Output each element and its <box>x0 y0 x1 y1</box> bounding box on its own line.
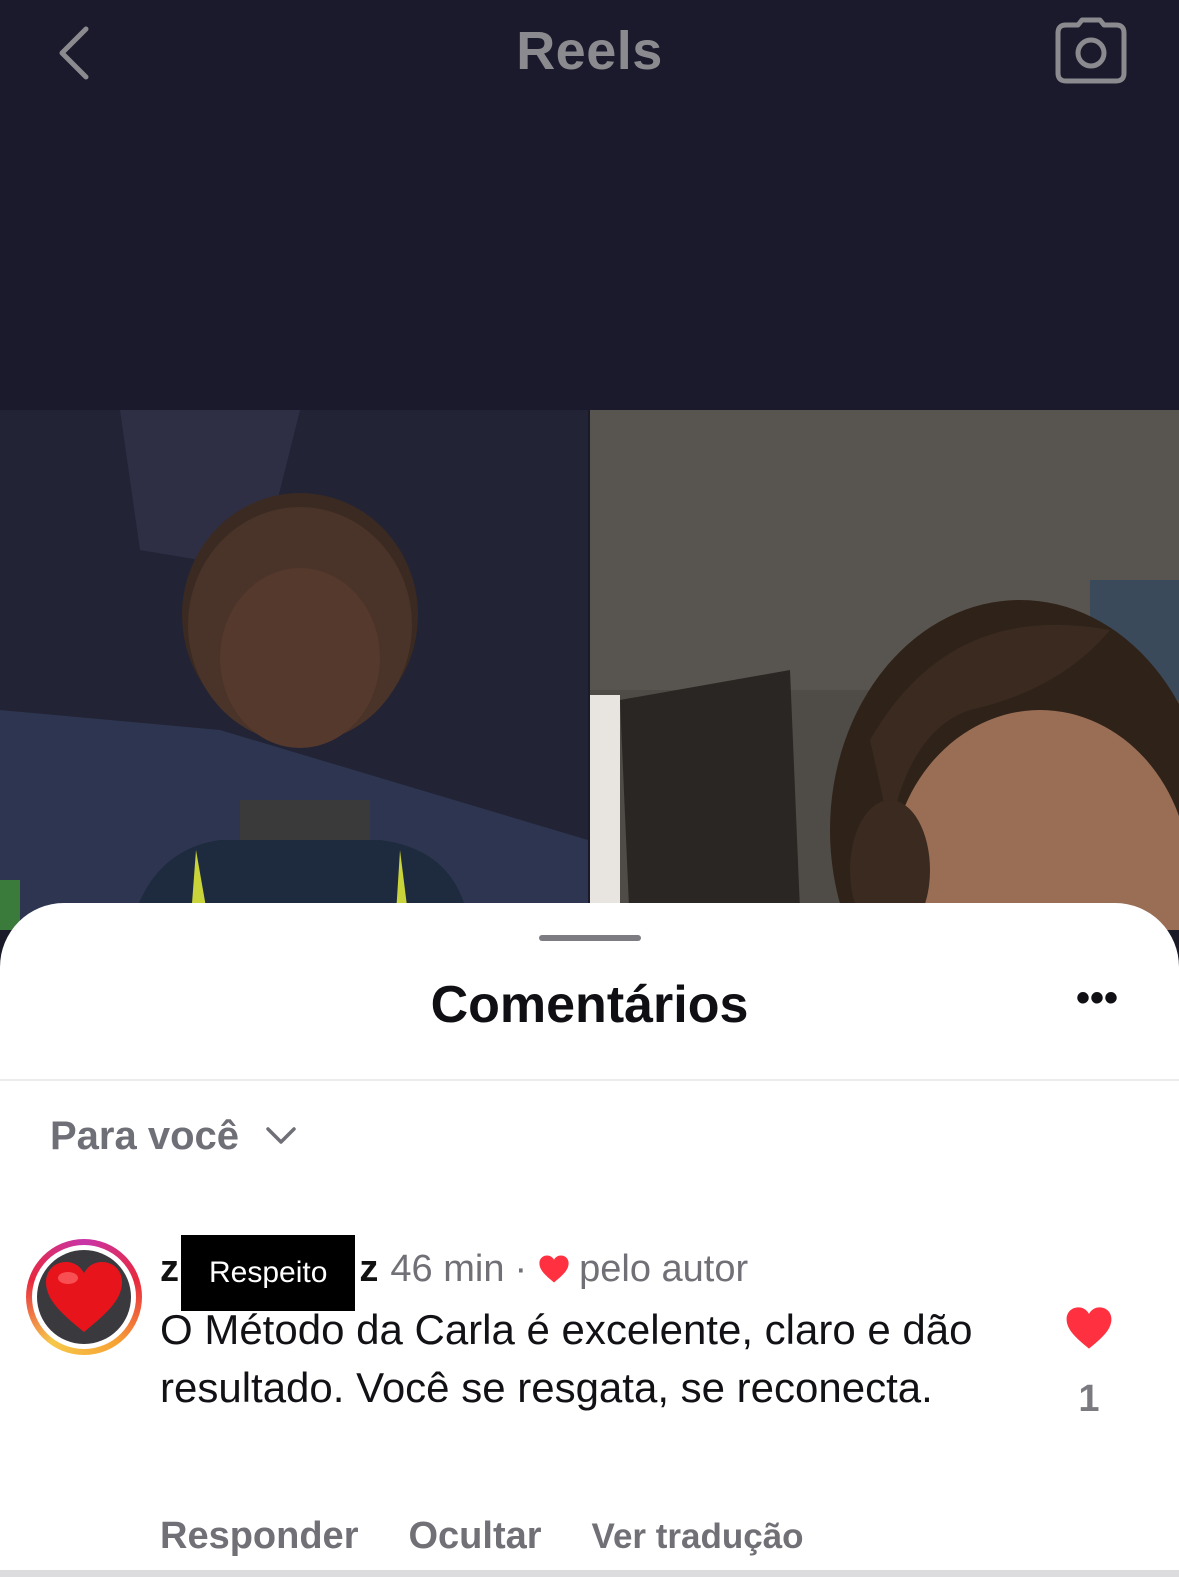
heart-filled-icon <box>1066 1307 1112 1349</box>
camera-icon <box>1055 17 1127 84</box>
bottom-edge <box>0 1570 1179 1577</box>
meta-separator: · <box>514 1247 528 1290</box>
comment-timestamp: 46 min <box>390 1247 505 1290</box>
sort-filter-label: Para você <box>50 1113 240 1158</box>
avatar[interactable] <box>26 1239 142 1355</box>
like-count: 1 <box>1078 1378 1100 1420</box>
comment-like-button[interactable]: 1 <box>1054 1305 1124 1421</box>
avatar-border <box>32 1245 136 1349</box>
page-title: Reels <box>516 21 663 81</box>
see-translation-button[interactable]: Ver tradução <box>592 1517 804 1557</box>
top-navigation-bar: Reels <box>0 0 1179 410</box>
username-redaction-label: Respeito <box>181 1235 356 1311</box>
woman-portrait-image <box>590 410 1179 930</box>
reel-video-frame[interactable] <box>0 410 1179 930</box>
comments-sheet: Comentários ••• Para você z Respeito z 4… <box>0 903 1179 1577</box>
comment-item: z Respeito z 46 min · pelo autor O Métod… <box>0 1223 1179 1563</box>
more-options-button[interactable]: ••• <box>1062 978 1132 1023</box>
reply-button[interactable]: Responder <box>160 1515 358 1558</box>
comments-title: Comentários <box>430 976 749 1034</box>
author-heart-icon <box>539 1255 569 1283</box>
chevron-down-icon <box>266 1127 296 1144</box>
video-left-participant <box>0 410 588 930</box>
red-heart-icon <box>46 1262 122 1332</box>
hide-button[interactable]: Ocultar <box>408 1515 541 1558</box>
comment-meta: z Respeito z 46 min · pelo autor <box>160 1235 749 1311</box>
comment-username[interactable]: z Respeito z <box>160 1231 379 1311</box>
username-end: z <box>359 1247 379 1290</box>
camera-button[interactable] <box>1052 12 1130 90</box>
comment-text: O Método da Carla é excelente, claro e d… <box>160 1306 973 1411</box>
video-right-participant <box>590 410 1179 930</box>
sheet-drag-handle[interactable] <box>539 935 641 941</box>
username-start: z <box>160 1247 179 1290</box>
avatar-image <box>37 1250 131 1344</box>
comment-actions: Responder Ocultar Ver tradução <box>160 1515 804 1558</box>
man-portrait-image <box>0 410 588 930</box>
divider <box>0 1079 1179 1081</box>
sort-filter-dropdown[interactable]: Para você <box>50 1108 297 1164</box>
liked-by-author-label: pelo autor <box>579 1247 749 1290</box>
